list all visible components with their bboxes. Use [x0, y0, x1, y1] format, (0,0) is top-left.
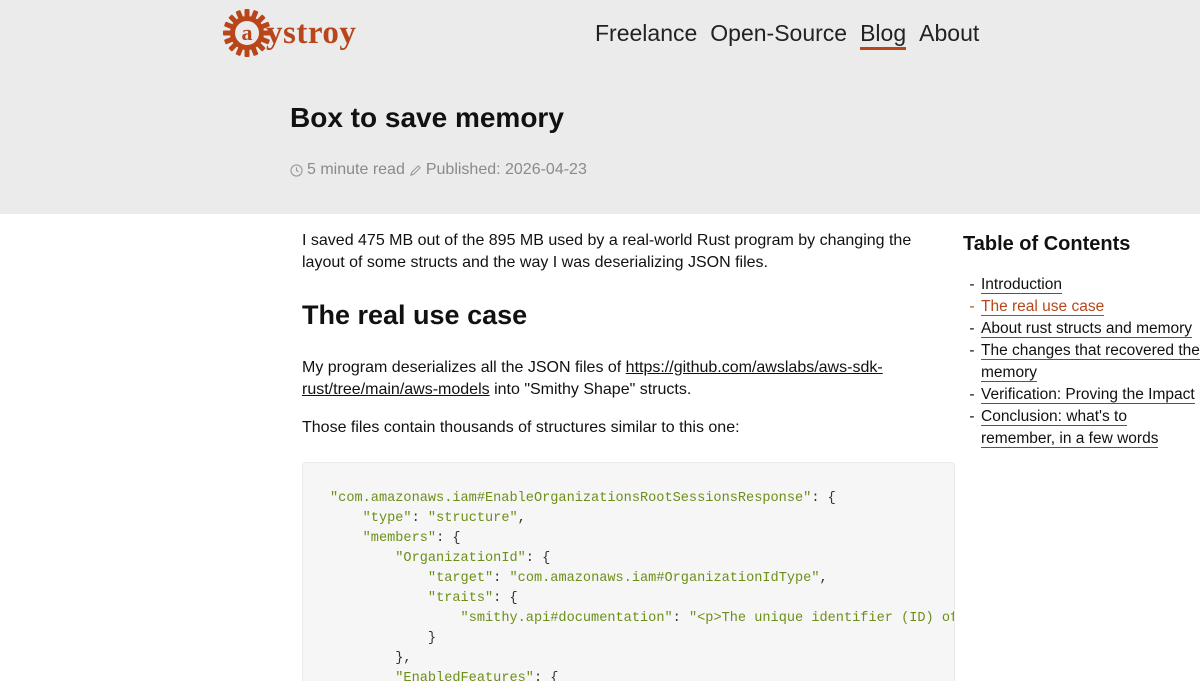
- toc-item: - Conclusion: what's to remember, in a fe…: [969, 408, 1159, 448]
- code-token: "com.amazonaws.iam#EnableOrganizationsRo…: [330, 491, 812, 506]
- code-token: "members": [362, 531, 437, 546]
- nav-open-source[interactable]: Open-Source: [710, 19, 847, 50]
- toc-item: - Verification: Proving the Impact: [969, 386, 1195, 404]
- toc-item: - The changes that recovered the memory: [969, 342, 1200, 382]
- code-token: "type": [362, 511, 412, 526]
- toc-item: - Introduction: [969, 276, 1062, 294]
- code-token: "EnabledFeatures": [395, 671, 534, 681]
- code-token: "<p>The unique identifier (ID) of an: [688, 611, 955, 626]
- gear-logo-icon: a: [223, 9, 271, 57]
- code-token: "target": [427, 571, 494, 586]
- article-intro: I saved 475 MB out of the 895 MB used by…: [302, 230, 932, 274]
- main-nav: Freelance Open-Source Blog About: [595, 19, 992, 50]
- toc-item: - About rust structs and memory: [969, 320, 1193, 338]
- brand-name: ystroy: [266, 14, 357, 51]
- read-time: 5 minute read: [307, 161, 405, 178]
- toc-link-changes[interactable]: The changes that recovered the memory: [981, 342, 1200, 382]
- intro-paragraph: I saved 475 MB out of the 895 MB used by…: [302, 232, 912, 271]
- toc-list: - Introduction - The real use case - About …: [963, 274, 1200, 450]
- site-logo[interactable]: a ystroy: [222, 7, 372, 59]
- code-token: "traits": [427, 591, 494, 606]
- toc-link-introduction[interactable]: Introduction: [981, 276, 1062, 294]
- nav-about[interactable]: About: [919, 19, 979, 50]
- toc-link-real-use-case[interactable]: The real use case: [981, 298, 1105, 316]
- toc-link-rust-structs[interactable]: About rust structs and memory: [981, 320, 1193, 338]
- code-token: "structure": [427, 511, 518, 526]
- toc-item: - The real use case: [969, 298, 1105, 316]
- post-header: a ystroy Freelance Open-Source Blog Abou…: [0, 0, 1200, 214]
- published-date: Published: 2026-04-23: [425, 161, 587, 178]
- code-token: "com.amazonaws.iam#OrganizationIdType": [509, 571, 820, 586]
- toc-link-verification[interactable]: Verification: Proving the Impact: [981, 386, 1195, 404]
- code-token: "OrganizationId": [395, 551, 526, 566]
- code-token: }: [427, 631, 437, 646]
- code-token: : {: [811, 491, 836, 506]
- paragraph-structures: Those files contain thousands of structu…: [302, 419, 740, 436]
- post-title: Box to save memory: [290, 102, 564, 133]
- nav-freelance[interactable]: Freelance: [595, 19, 697, 50]
- paragraph-deserialize: My program deserializes all the JSON fil…: [302, 357, 922, 401]
- svg-text:a: a: [242, 20, 253, 45]
- paragraph-text-end: into "Smithy Shape" structs.: [489, 381, 692, 398]
- code-token: "smithy.api#documentation": [460, 611, 673, 626]
- code-block[interactable]: "com.amazonaws.iam#EnableOrganizationsRo…: [302, 462, 955, 681]
- post-meta: 5 minute read Published: 2026-04-23: [290, 161, 587, 179]
- section-heading: The real use case: [302, 300, 528, 330]
- nav-blog[interactable]: Blog: [860, 19, 907, 50]
- paragraph-text: My program deserializes all the JSON fil…: [302, 359, 626, 376]
- table-of-contents: Table of Contents - Introduction - The rea…: [963, 233, 1200, 450]
- code-token: },: [395, 651, 412, 666]
- toc-link-conclusion[interactable]: Conclusion: what's to remember, in a few…: [981, 408, 1159, 448]
- code-content: "com.amazonaws.iam#EnableOrganizationsRo…: [330, 489, 955, 681]
- pencil-icon: [409, 164, 421, 176]
- clock-icon: [290, 163, 303, 177]
- toc-title: Table of Contents: [963, 233, 1131, 255]
